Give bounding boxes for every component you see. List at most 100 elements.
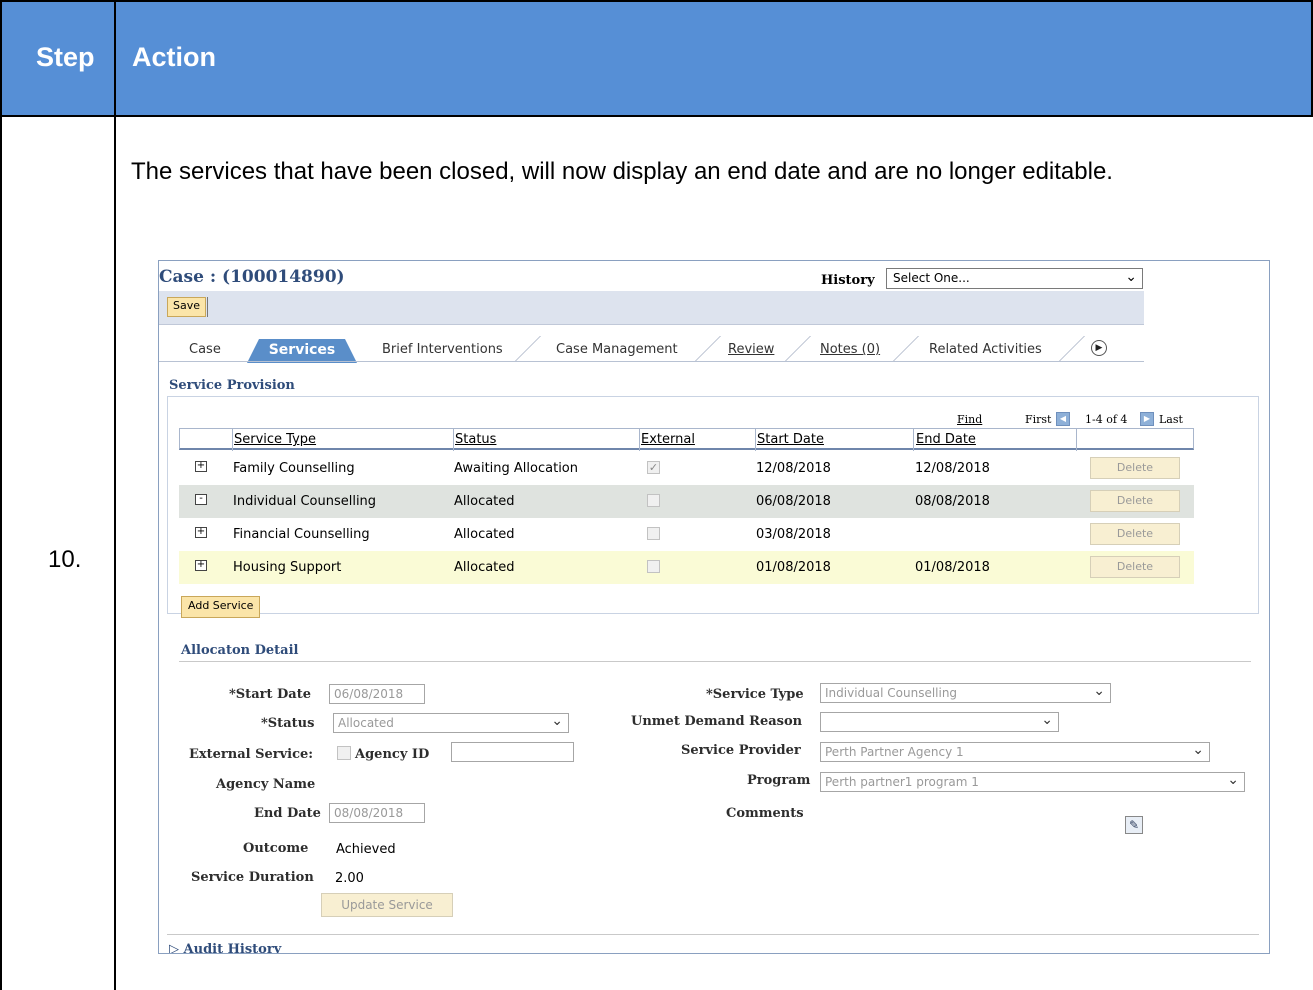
edit-comments-icon[interactable]: ✎ [1125, 816, 1143, 834]
service-provider-select-value: Perth Partner Agency 1 [825, 745, 964, 759]
delete-button[interactable]: Delete [1090, 523, 1180, 545]
tab-case-management[interactable]: Case Management [556, 339, 678, 361]
service-type-label: *Service Type [706, 687, 804, 702]
end-date-field: 08/08/2018 [329, 803, 425, 823]
column-divider [639, 429, 640, 451]
cell-end-date: 01/08/2018 [915, 560, 990, 575]
tab-divider [514, 336, 541, 362]
toolbar-divider [207, 297, 208, 317]
program-label: Program [747, 773, 811, 788]
grid-header: Service Type Status External Start Date … [179, 428, 1194, 451]
service-type-select-value: Individual Counselling [825, 686, 958, 700]
tab-review[interactable]: Review [728, 339, 774, 361]
tab-divider [892, 336, 919, 362]
page-title: Case : (100014890) [159, 267, 345, 287]
table-row[interactable]: - Individual Counselling Allocated 06/08… [179, 485, 1194, 518]
grid-last-label: Last [1159, 413, 1183, 426]
delete-button[interactable]: Delete [1090, 490, 1180, 512]
cell-start-date: 06/08/2018 [756, 494, 831, 509]
service-duration-label: Service Duration [191, 870, 314, 885]
table-row[interactable]: + Housing Support Allocated 01/08/2018 0… [179, 551, 1194, 584]
service-provider-label: Service Provider [681, 743, 801, 758]
cell-status: Allocated [454, 560, 515, 575]
cell-start-date: 03/08/2018 [756, 527, 831, 542]
title-row: Case : (100014890) History Select One...… [159, 261, 1144, 289]
folder-plus-icon[interactable]: + [195, 461, 207, 472]
chevron-down-icon: ⌄ [1227, 772, 1239, 788]
history-label: History [821, 273, 875, 288]
step-description: The services that have been closed, will… [131, 158, 1113, 185]
update-service-button[interactable]: Update Service [321, 893, 453, 917]
column-divider [755, 429, 756, 451]
chevron-down-icon: ⌄ [1125, 269, 1137, 285]
header-action: Action [132, 42, 216, 72]
audit-history-label: Audit History [183, 942, 282, 954]
toolbar: Save [159, 291, 1144, 325]
cell-service-type: Family Counselling [233, 461, 355, 476]
folder-open-icon[interactable]: - [195, 494, 207, 505]
section-divider [167, 934, 1259, 935]
case-window: Case : (100014890) History Select One...… [158, 260, 1270, 954]
tab-divider [694, 336, 721, 362]
delete-button[interactable]: Delete [1090, 457, 1180, 479]
program-select: Perth partner1 program 1 ⌄ [820, 772, 1245, 792]
table-border-left [0, 0, 2, 990]
status-label: *Status [261, 716, 315, 731]
folder-plus-icon[interactable]: + [195, 527, 207, 538]
col-status[interactable]: Status [455, 432, 496, 447]
instruction-table: Step Action 10. The services that have b… [0, 0, 1313, 990]
column-divider [453, 429, 454, 451]
tab-scroll-right-icon[interactable]: ▶ [1091, 340, 1107, 356]
save-button[interactable]: Save [167, 297, 207, 317]
chevron-down-icon: ⌄ [1093, 683, 1105, 699]
add-service-button[interactable]: Add Service [181, 596, 261, 618]
agency-id-input[interactable] [451, 742, 574, 762]
column-divider [232, 429, 233, 451]
col-start-date[interactable]: Start Date [757, 432, 824, 447]
cell-service-type: Housing Support [233, 560, 342, 575]
table-header: Step Action [0, 0, 1313, 117]
section-divider [179, 661, 1251, 662]
external-checkbox [647, 494, 660, 507]
grid-find-link[interactable]: Find [957, 413, 982, 426]
cell-start-date: 12/08/2018 [756, 461, 831, 476]
col-end-date[interactable]: End Date [916, 432, 976, 447]
program-select-value: Perth partner1 program 1 [825, 775, 979, 789]
tab-brief-interventions[interactable]: Brief Interventions [382, 339, 503, 361]
external-checkbox [647, 560, 660, 573]
cell-end-date: 12/08/2018 [915, 461, 990, 476]
service-provision-title: Service Provision [169, 378, 295, 393]
agency-name-label: Agency Name [216, 777, 316, 792]
col-external[interactable]: External [641, 432, 695, 447]
tab-related-activities[interactable]: Related Activities [929, 339, 1042, 361]
service-provider-select: Perth Partner Agency 1 ⌄ [820, 742, 1210, 762]
table-row[interactable]: + Financial Counselling Allocated 03/08/… [179, 518, 1194, 551]
history-select-value: Select One... [893, 271, 970, 285]
comments-label: Comments [726, 806, 804, 821]
audit-history-toggle[interactable]: ▷ Audit History [169, 942, 282, 954]
cell-status: Awaiting Allocation [454, 461, 578, 476]
status-select-value: Allocated [338, 716, 394, 730]
start-date-field: 06/08/2018 [329, 684, 425, 704]
tab-case[interactable]: Case [189, 339, 221, 361]
folder-plus-icon[interactable]: + [195, 560, 207, 571]
cell-service-type: Financial Counselling [233, 527, 370, 542]
cell-status: Allocated [454, 494, 515, 509]
tab-services[interactable]: Services [247, 339, 357, 363]
tab-notes[interactable]: Notes (0) [820, 339, 880, 361]
unmet-demand-select[interactable]: ⌄ [820, 712, 1059, 732]
chevron-down-icon: ⌄ [1192, 742, 1204, 758]
start-date-label: *Start Date [229, 687, 311, 702]
grid-next-icon[interactable]: ▶ [1140, 412, 1154, 426]
grid-prev-icon[interactable]: ◀ [1056, 412, 1070, 426]
delete-button[interactable]: Delete [1090, 556, 1180, 578]
tab-divider [784, 336, 811, 362]
column-divider [913, 429, 914, 451]
header-step: Step [36, 42, 95, 72]
col-service-type[interactable]: Service Type [234, 432, 316, 447]
chevron-down-icon: ⌄ [1041, 712, 1053, 728]
history-select[interactable]: Select One... ⌄ [886, 268, 1143, 289]
status-select: Allocated ⌄ [333, 713, 569, 733]
table-row[interactable]: + Family Counselling Awaiting Allocation… [179, 452, 1194, 485]
allocation-detail-title: Allocaton Detail [181, 643, 299, 658]
